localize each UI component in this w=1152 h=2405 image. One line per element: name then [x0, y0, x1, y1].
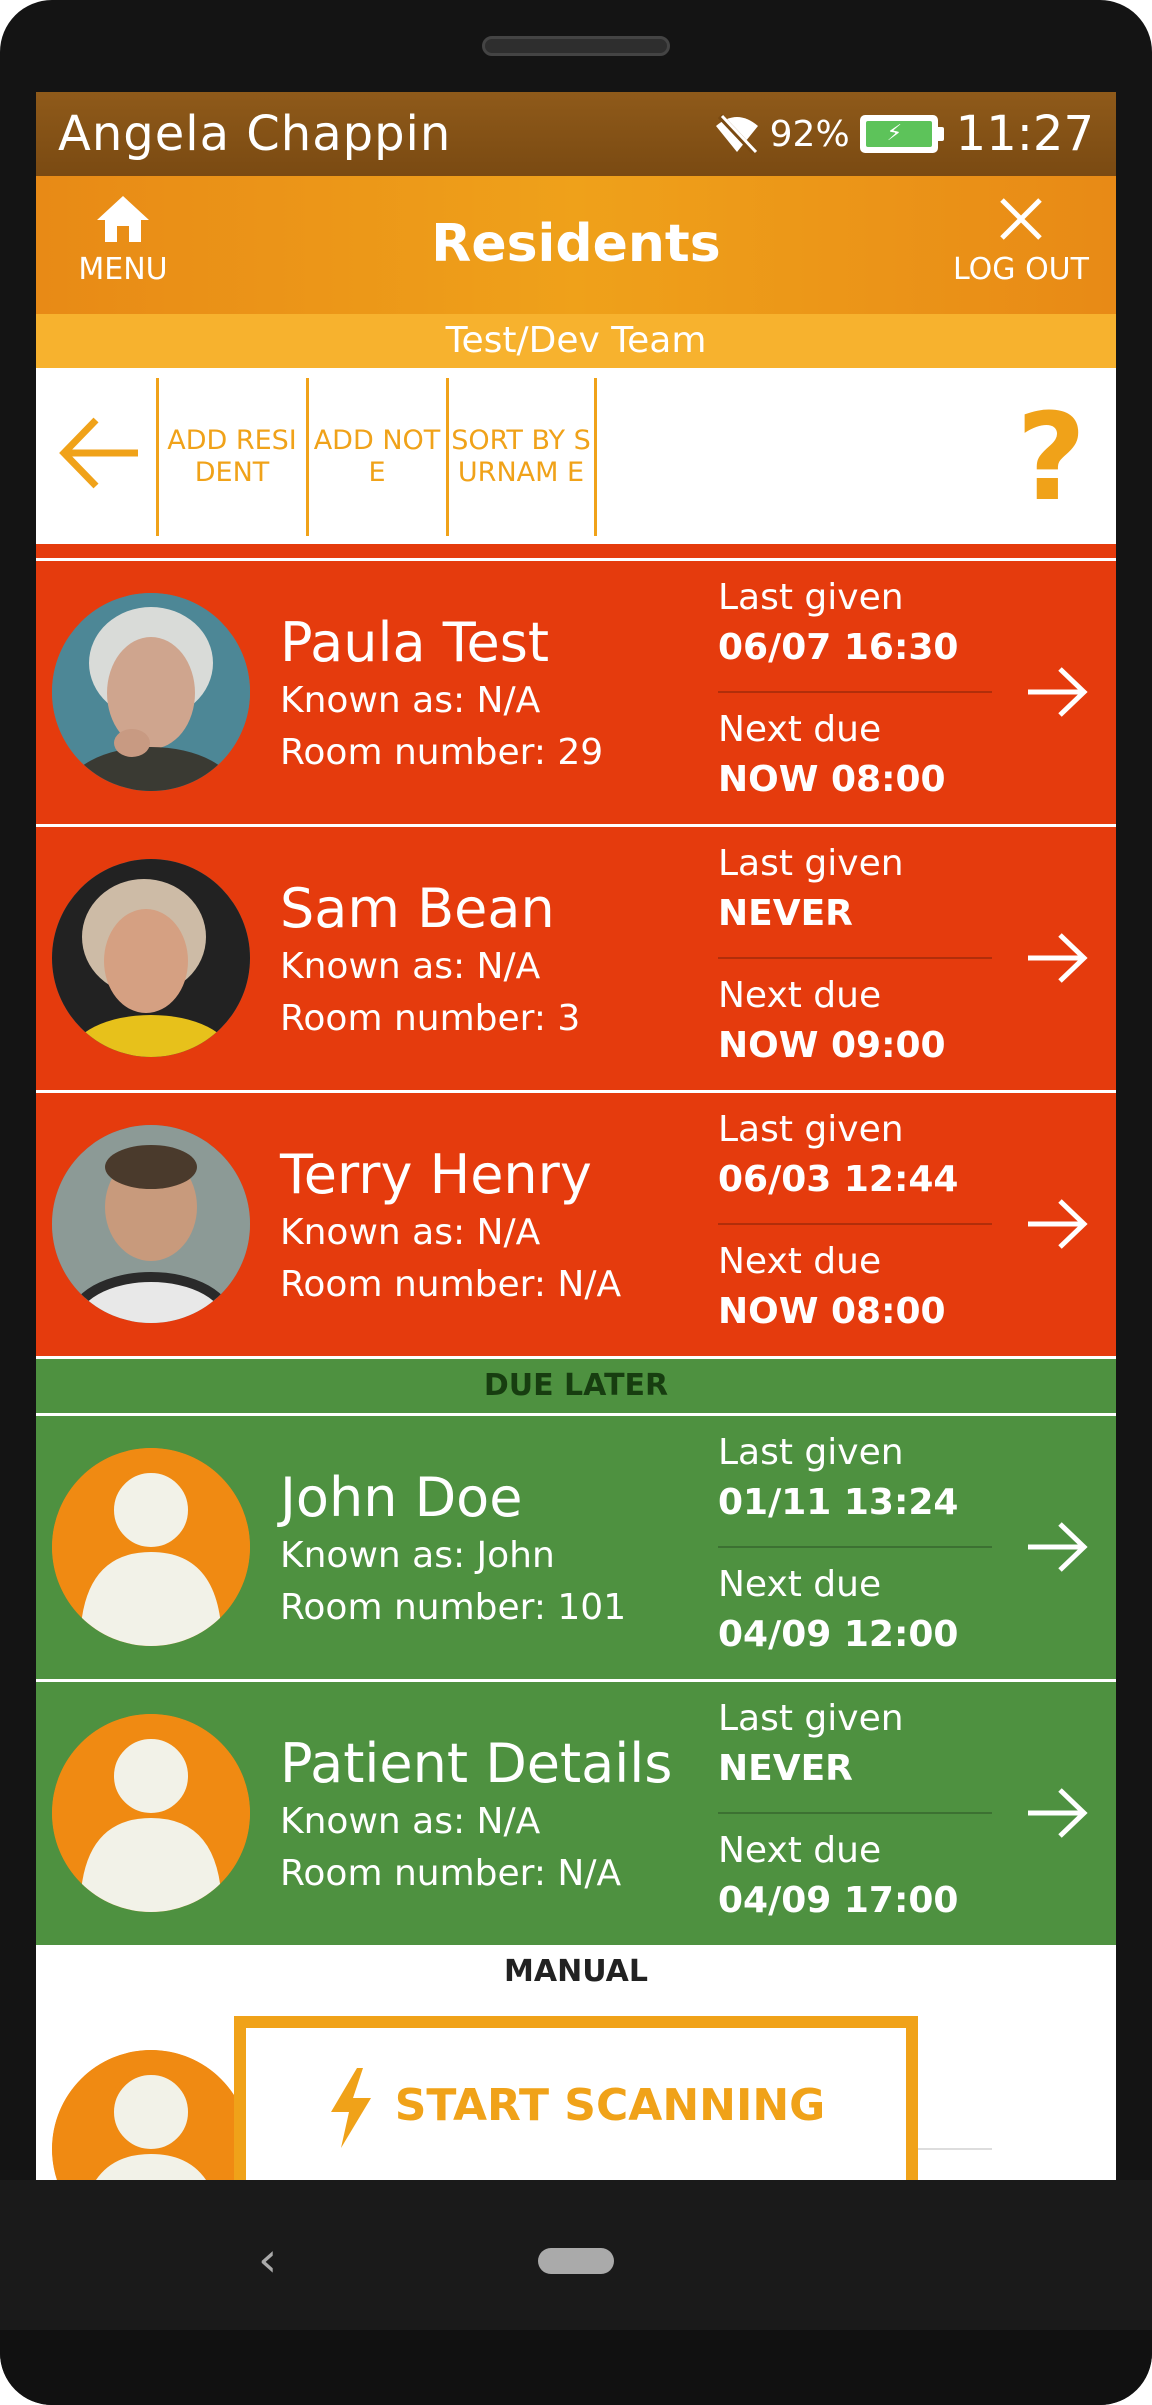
last-given-label: Last given [718, 1432, 904, 1473]
resident-row[interactable]: Sam Bean Known as: N/A Room number: 3 La… [36, 827, 1116, 1090]
next-due-value: 04/09 17:00 [718, 1880, 959, 1921]
resident-photo [52, 593, 250, 791]
last-given-value: NEVER [718, 1748, 853, 1789]
arrow-right-icon[interactable] [1022, 657, 1092, 727]
wifi-off-icon [715, 114, 758, 154]
next-due-label: Next due [718, 1830, 882, 1871]
resident-photo [52, 1125, 250, 1323]
row-separator [718, 957, 992, 959]
arrow-right-icon[interactable] [1022, 1512, 1092, 1582]
action-toolbar: ADD RESI DENT ADD NOTE SORT BY SURNAM E … [36, 368, 1116, 544]
resident-photo [52, 859, 250, 1057]
battery-percent: 92% [769, 113, 850, 155]
last-given-label: Last given [718, 843, 904, 884]
resident-name: Paula Test [280, 611, 550, 674]
row-separator [718, 1223, 992, 1225]
toolbar-divider [306, 378, 309, 536]
toolbar-divider [446, 378, 449, 536]
nav-home-pill[interactable] [538, 2248, 614, 2274]
resident-room: Room number: N/A [280, 1853, 622, 1894]
resident-room: Room number: N/A [280, 1264, 622, 1305]
resident-room: Room number: 3 [280, 998, 581, 1039]
row-separator [718, 1546, 992, 1548]
resident-name: John Doe [280, 1466, 523, 1529]
back-arrow-icon[interactable] [56, 408, 146, 498]
app-header: MENU Residents LOG OUT [36, 176, 1116, 314]
team-name-bar: Test/Dev Team [36, 314, 1116, 368]
default-avatar-icon [52, 2050, 250, 2180]
phone-bottom-bezel [0, 2330, 1152, 2405]
resident-known-as: Known as: N/A [280, 680, 541, 721]
toolbar-divider [156, 378, 159, 536]
logout-label: LOG OUT [953, 252, 1089, 287]
resident-room: Room number: 101 [280, 1587, 627, 1628]
last-given-value: 06/03 12:44 [718, 1159, 959, 1200]
close-icon [1000, 198, 1042, 240]
resident-name: Patient Details [280, 1732, 673, 1795]
help-button[interactable]: ? [1016, 399, 1086, 519]
overdue-top-bar [36, 544, 1116, 558]
next-due-value: NOW 08:00 [718, 1291, 946, 1332]
resident-name: Terry Henry [280, 1143, 592, 1206]
resident-row[interactable]: Terry Henry Known as: N/A Room number: N… [36, 1093, 1116, 1356]
add-note-button[interactable]: ADD NOTE [310, 378, 444, 536]
manual-header: MANUAL [36, 1945, 1116, 1999]
default-avatar-icon [52, 1448, 250, 1646]
due-later-header: DUE LATER [36, 1359, 1116, 1413]
phone-frame: Angela Chappin 92% ⚡ 11:27 MENU Resident… [0, 0, 1152, 2405]
arrow-right-icon[interactable] [1022, 923, 1092, 993]
last-given-label: Last given [718, 1109, 904, 1150]
next-due-value: NOW 08:00 [718, 759, 946, 800]
next-due-label: Next due [718, 1241, 882, 1282]
start-scanning-button[interactable]: START SCANNING [234, 2016, 918, 2180]
resident-known-as: Known as: N/A [280, 1212, 541, 1253]
row-separator [718, 691, 992, 693]
arrow-right-icon[interactable] [1022, 1778, 1092, 1848]
resident-known-as: Known as: N/A [280, 1801, 541, 1842]
logout-button[interactable]: LOG OUT [936, 194, 1106, 287]
nav-back-icon[interactable]: ‹ [258, 2232, 277, 2288]
clock-time: 11:27 [955, 106, 1094, 162]
resident-room: Room number: 29 [280, 732, 604, 773]
next-due-label: Next due [718, 709, 882, 750]
next-due-value: 04/09 12:00 [718, 1614, 959, 1655]
last-given-label: Last given [718, 577, 904, 618]
system-navigation-bar: ‹ [0, 2180, 1152, 2330]
arrow-right-icon[interactable] [1022, 1189, 1092, 1259]
start-scanning-label: START SCANNING [394, 2080, 826, 2131]
last-given-value: 06/07 16:30 [718, 627, 959, 668]
next-due-label: Next due [718, 1564, 882, 1605]
resident-row[interactable]: Patient Details Known as: N/A Room numbe… [36, 1682, 1116, 1945]
add-resident-button[interactable]: ADD RESI DENT [160, 378, 304, 536]
next-due-label: Next due [718, 975, 882, 1016]
resident-name: Sam Bean [280, 877, 555, 940]
logged-in-user-name: Angela Chappin [58, 106, 452, 162]
resident-known-as: Known as: N/A [280, 946, 541, 987]
last-given-value: NEVER [718, 893, 853, 934]
resident-row[interactable]: Paula Test Known as: N/A Room number: 29… [36, 561, 1116, 824]
resident-known-as: Known as: John [280, 1535, 555, 1576]
last-given-value: 01/11 13:24 [718, 1482, 959, 1523]
toolbar-divider [594, 378, 597, 536]
app-screen: Angela Chappin 92% ⚡ 11:27 MENU Resident… [36, 92, 1116, 2180]
status-indicators: 92% ⚡ 11:27 [714, 102, 1094, 166]
next-due-value: NOW 09:00 [718, 1025, 946, 1066]
resident-row[interactable]: John Doe Known as: John Room number: 101… [36, 1416, 1116, 1679]
lightning-icon [330, 2068, 371, 2148]
sort-by-surname-button[interactable]: SORT BY SURNAM E [450, 378, 592, 536]
earpiece-speaker [482, 36, 670, 56]
default-avatar-icon [52, 1714, 250, 1912]
battery-icon: ⚡ [859, 115, 944, 153]
row-separator [718, 1812, 992, 1814]
last-given-label: Last given [718, 1698, 904, 1739]
status-bar: Angela Chappin 92% ⚡ 11:27 [36, 92, 1116, 176]
